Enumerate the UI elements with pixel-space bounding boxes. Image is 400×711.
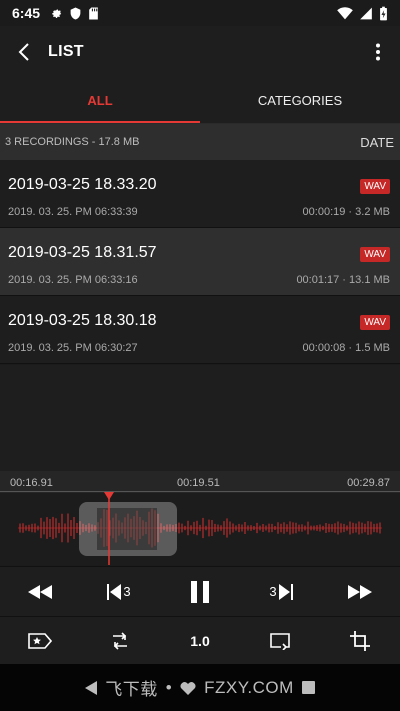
sd-card-icon [89, 7, 98, 19]
wifi-icon [337, 6, 353, 19]
signal-icon [360, 7, 372, 19]
sort-button[interactable]: DATE [360, 135, 394, 150]
playback-speed: 1.0 [190, 632, 210, 649]
more-vert-icon [376, 43, 380, 61]
tab-bar: ALL CATEGORIES [0, 78, 400, 124]
watermark-right: FZXY.COM [204, 677, 294, 697]
watermark-dot: • [165, 677, 173, 697]
battery-charging-icon [380, 6, 387, 20]
loop-button[interactable] [255, 621, 305, 661]
recording-row[interactable]: 2019-03-25 18.30.18 WAV 2019. 03. 25. PM… [0, 296, 400, 364]
status-bar: 6:45 [0, 0, 400, 26]
format-badge: WAV [360, 179, 390, 194]
recording-meta: 00:00:08 · 1.5 MB [302, 342, 390, 354]
arrow-back-icon [18, 43, 29, 61]
more-options-button[interactable] [356, 26, 400, 78]
recordings-summary: 3 RECORDINGS - 17.8 MB [5, 136, 140, 148]
skip-forward-seconds: 3 [269, 584, 277, 599]
player-controls: 3 3 [0, 566, 400, 616]
timeline-ruler: 00:16.91 00:19.51 00:29.87 [0, 471, 400, 493]
recording-row-selected[interactable]: 2019-03-25 18.31.57 WAV 2019. 03. 25. PM… [0, 228, 400, 296]
recording-date: 2019. 03. 25. PM 06:30:27 [8, 342, 138, 354]
crop-icon [350, 630, 370, 651]
tab-categories[interactable]: CATEGORIES [200, 78, 400, 123]
pause-button[interactable] [175, 572, 225, 612]
recording-meta: 00:01:17 · 13.1 MB [296, 274, 390, 286]
heart-logo-icon [180, 681, 196, 695]
waveform-graph[interactable] [0, 493, 400, 565]
page-title: LIST [48, 43, 84, 60]
status-left-icons [50, 7, 99, 20]
navigation-bar: 飞下载 • FZXY.COM [0, 664, 400, 711]
status-right-icons [337, 6, 388, 21]
recording-title: 2019-03-25 18.30.18 [8, 312, 157, 329]
recording-meta: 00:00:19 · 3.2 MB [302, 206, 390, 218]
visible-range-window [97, 508, 157, 550]
nav-recents-icon[interactable] [301, 681, 315, 694]
fast-forward-icon [348, 584, 372, 599]
shield-icon [70, 7, 81, 19]
skip-next-icon [278, 583, 293, 600]
playback-speed-button[interactable]: 1.0 [175, 621, 225, 661]
watermark-left: 飞下载 [105, 680, 158, 699]
recording-date: 2019. 03. 25. PM 06:33:16 [8, 274, 138, 286]
skip-forward-button[interactable]: 3 [255, 572, 305, 612]
timeline-middle-label: 00:19.51 [177, 477, 220, 489]
repeat-icon [113, 631, 127, 650]
recording-row[interactable]: 2019-03-25 18.33.20 WAV 2019. 03. 25. PM… [0, 160, 400, 228]
fast-forward-button[interactable] [335, 572, 385, 612]
tab-all[interactable]: ALL [0, 78, 200, 123]
settings-icon [52, 8, 62, 18]
skip-previous-icon [107, 583, 122, 600]
app-bar: LIST [0, 26, 400, 78]
list-empty-space [0, 365, 400, 471]
playhead-marker[interactable] [104, 492, 114, 500]
format-badge: WAV [360, 247, 390, 262]
recording-list: 2019-03-25 18.33.20 WAV 2019. 03. 25. PM… [0, 160, 400, 364]
nav-back-icon[interactable] [85, 680, 98, 695]
trim-button[interactable] [335, 621, 385, 661]
recording-date: 2019. 03. 25. PM 06:33:39 [8, 206, 138, 218]
bookmark-button[interactable] [15, 621, 65, 661]
summary-bar: 3 RECORDINGS - 17.8 MB DATE [0, 124, 400, 160]
skip-back-button[interactable]: 3 [95, 572, 145, 612]
status-time: 6:45 [12, 5, 41, 21]
bookmark-star-icon [28, 632, 52, 649]
pause-icon [191, 580, 209, 603]
recording-title: 2019-03-25 18.31.57 [8, 244, 157, 261]
skip-back-seconds: 3 [123, 584, 131, 599]
fast-rewind-icon [28, 584, 52, 599]
fast-rewind-button[interactable] [15, 572, 65, 612]
loop-icon [270, 632, 290, 650]
timeline-end-label: 00:29.87 [347, 477, 390, 489]
back-button[interactable] [0, 26, 48, 78]
waveform-view[interactable] [0, 493, 400, 565]
repeat-button[interactable] [95, 621, 145, 661]
timeline-start-label: 00:16.91 [10, 477, 53, 489]
format-badge: WAV [360, 315, 390, 330]
recording-title: 2019-03-25 18.33.20 [8, 176, 157, 193]
tool-bar: 1.0 [0, 616, 400, 664]
